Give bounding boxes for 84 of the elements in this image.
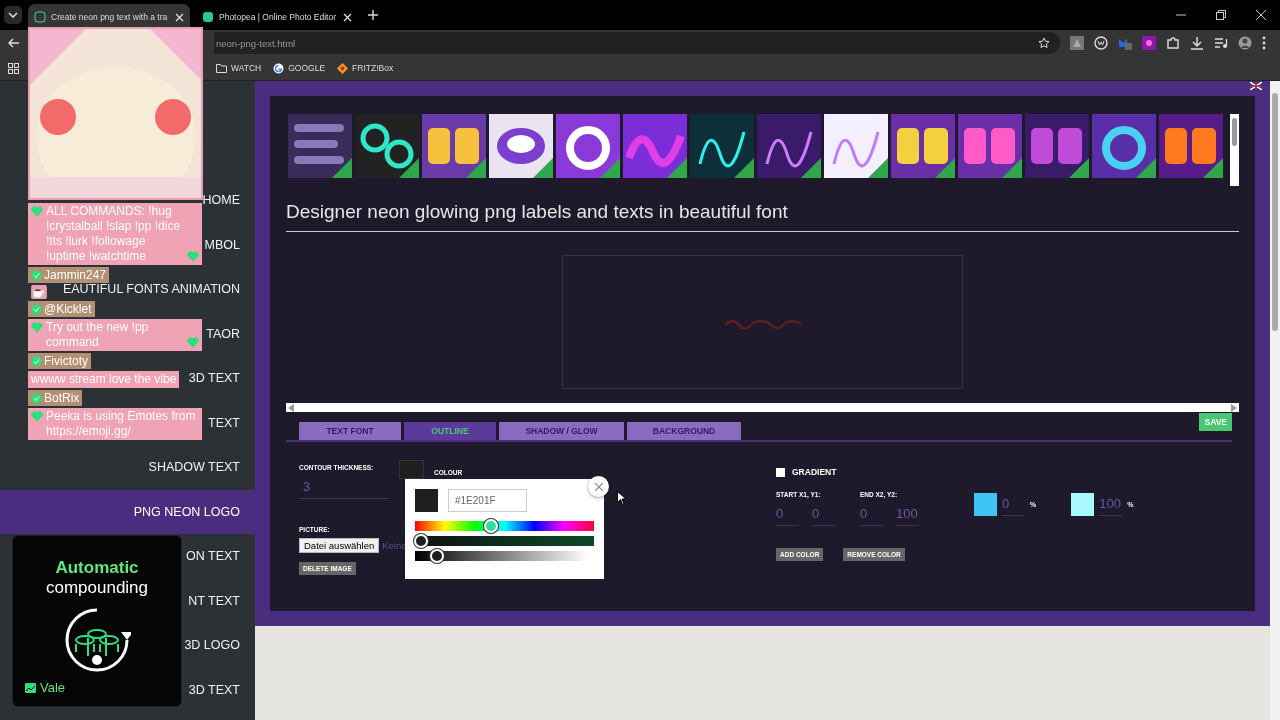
tab-list-button[interactable] bbox=[4, 6, 22, 24]
editor-tab[interactable]: OUTLINE bbox=[404, 422, 496, 440]
menu-icon[interactable] bbox=[1262, 36, 1266, 50]
cursor-icon bbox=[617, 491, 626, 505]
username: BotRix bbox=[44, 391, 80, 405]
bookmark-link[interactable]: WATCH bbox=[231, 63, 262, 73]
close-icon[interactable] bbox=[1256, 10, 1266, 20]
ad-card[interactable]: Automatic compounding Vale bbox=[12, 535, 182, 707]
sidebar-item[interactable]: PNG NEON LOGO bbox=[0, 489, 255, 534]
chat-message: Try out the new !pp command bbox=[46, 320, 150, 350]
sidebar-item[interactable]: TEXT bbox=[206, 415, 255, 430]
close-icon bbox=[594, 482, 603, 491]
browser-tab[interactable]: Create neon png text with a tra bbox=[28, 4, 190, 30]
ad-title: Automatic bbox=[55, 558, 139, 578]
slider-handle[interactable] bbox=[484, 519, 499, 533]
sidebar-item[interactable]: EAUTIFUL FONTS ANIMATION bbox=[60, 282, 255, 297]
heart-icon bbox=[31, 411, 43, 422]
sidebar-item[interactable]: ON TEXT bbox=[184, 549, 255, 564]
checkbox-label: GRADIENT bbox=[792, 467, 837, 477]
chat-message: wwww stream love the vibe bbox=[28, 371, 180, 388]
heart-icon bbox=[31, 206, 43, 217]
extension-icon[interactable] bbox=[1094, 36, 1108, 50]
close-icon[interactable] bbox=[175, 12, 184, 22]
badge-icon bbox=[31, 392, 42, 404]
heart-icon bbox=[187, 337, 199, 348]
username: @Kicklet bbox=[44, 302, 92, 316]
sidebar-item[interactable]: 3D LOGO bbox=[182, 638, 255, 653]
apps-icon[interactable] bbox=[8, 62, 19, 74]
chart-icon bbox=[25, 682, 36, 693]
heart-icon bbox=[31, 322, 43, 333]
browser-tab[interactable]: Photopea | Online Photo Editor bbox=[196, 4, 358, 30]
address-bar[interactable]: neon-png-text.html bbox=[214, 32, 1060, 54]
new-tab-icon[interactable] bbox=[368, 10, 378, 20]
badge-icon bbox=[31, 355, 42, 367]
caret-icon bbox=[8, 12, 18, 18]
sidebar-item[interactable]: NT TEXT bbox=[186, 593, 255, 608]
file-status: Keine bbox=[382, 540, 407, 551]
slider-handle[interactable] bbox=[414, 534, 429, 548]
google-icon bbox=[273, 62, 285, 74]
slider[interactable] bbox=[415, 551, 589, 561]
colour-preview bbox=[415, 489, 438, 512]
badge-icon bbox=[31, 269, 42, 281]
sidebar-item[interactable]: 3D TEXT bbox=[186, 682, 255, 697]
restore-icon[interactable] bbox=[1216, 10, 1226, 20]
favicon-icon bbox=[202, 11, 214, 23]
cup-icon bbox=[31, 285, 47, 299]
username: Jammin247 bbox=[44, 268, 107, 282]
download-icon[interactable] bbox=[1190, 36, 1204, 50]
slider[interactable] bbox=[415, 536, 594, 546]
bookmark-link[interactable]: FRITZ!Box bbox=[352, 63, 394, 73]
diamond-icon bbox=[337, 62, 349, 74]
coins-cycle-icon bbox=[63, 606, 131, 674]
ad-subtitle: compounding bbox=[45, 578, 149, 598]
favicon-icon bbox=[34, 11, 46, 23]
scroll-bar[interactable] bbox=[1270, 81, 1280, 720]
slider[interactable] bbox=[415, 521, 594, 531]
slider-handle[interactable] bbox=[429, 549, 444, 563]
file-button[interactable]: Datei auswählen bbox=[299, 538, 380, 553]
bookmark-link[interactable]: GOOGLE bbox=[288, 63, 326, 73]
page-heading: Designer neon glowing png labels and texts in beautiful font bbox=[286, 186, 1239, 232]
username: Fivictoty bbox=[44, 354, 88, 368]
chat-message: ALL COMMANDS: !hug !crystalball !slap !pp !dice !tts !lurk !followage !uptime !watchtime bbox=[46, 204, 182, 264]
badge-icon bbox=[31, 303, 42, 315]
brand-name: Vale bbox=[40, 680, 66, 695]
sidebar-item[interactable]: MBOL bbox=[202, 237, 255, 252]
sidebar-item[interactable]: SHADOW TEXT bbox=[146, 460, 255, 475]
hex-input[interactable]: #1E201F bbox=[448, 489, 527, 512]
scroll-bar[interactable] bbox=[286, 403, 1239, 412]
colour-swatch[interactable] bbox=[974, 493, 997, 516]
folder-icon bbox=[216, 63, 227, 73]
sidebar-item[interactable]: TAOR bbox=[204, 326, 255, 341]
checkbox[interactable] bbox=[776, 467, 785, 477]
sidebar-item[interactable]: HOME bbox=[200, 193, 255, 208]
sidebar-item[interactable]: 3D TEXT bbox=[186, 371, 255, 386]
heart-icon bbox=[187, 251, 199, 262]
back-icon[interactable] bbox=[8, 37, 20, 49]
profile-icon[interactable] bbox=[1238, 36, 1252, 50]
scroll-bar[interactable] bbox=[1230, 114, 1239, 186]
close-icon[interactable] bbox=[343, 12, 352, 22]
media-icon[interactable] bbox=[1214, 36, 1228, 50]
chat-message: Peeka is using Emotes from https://emoji.gg/ bbox=[46, 409, 197, 439]
colour-swatch[interactable] bbox=[1071, 493, 1095, 516]
colour-swatch[interactable] bbox=[399, 460, 424, 479]
flag-icon[interactable] bbox=[1250, 82, 1262, 90]
